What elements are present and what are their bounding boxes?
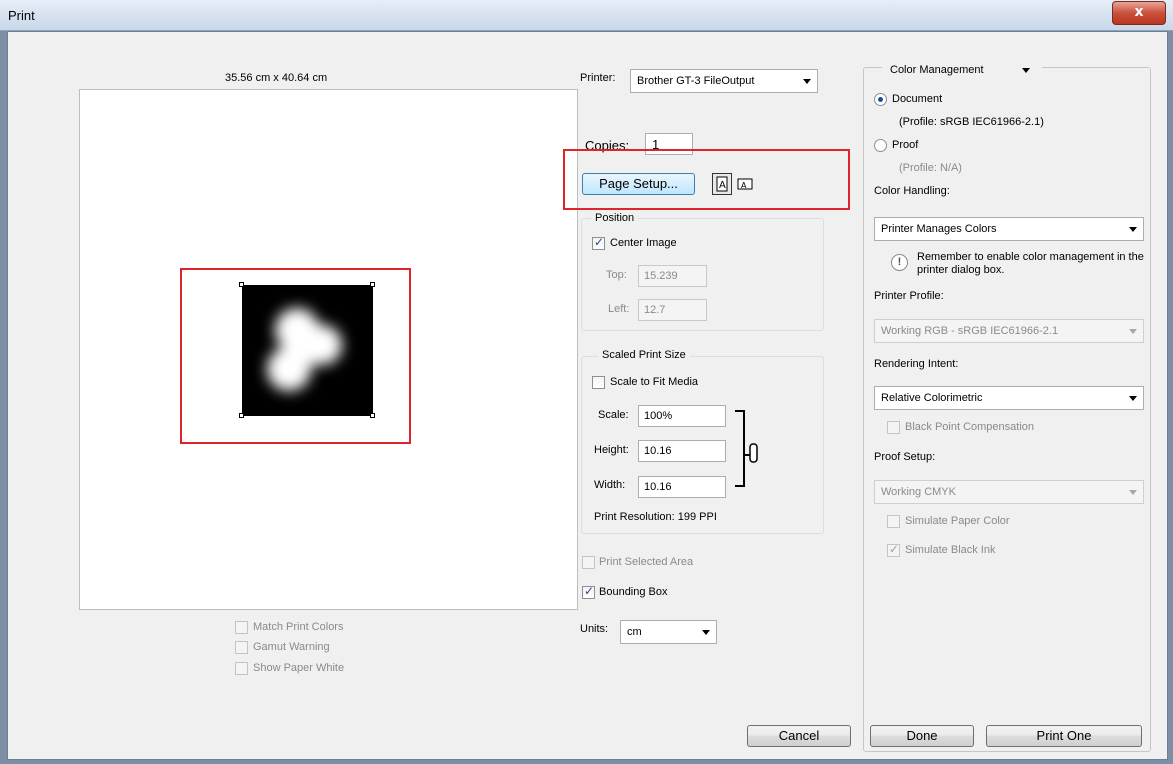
printer-profile-select[interactable]: Working RGB - sRGB IEC61966-2.1 <box>874 319 1144 343</box>
scale-to-fit-checkbox[interactable] <box>592 376 605 389</box>
scale-label: Scale: <box>598 409 629 421</box>
proof-setup-select[interactable]: Working CMYK <box>874 480 1144 504</box>
title-bar: Print x <box>0 0 1173 31</box>
proof-radio[interactable] <box>874 139 887 152</box>
print-one-button[interactable]: Print One <box>986 725 1142 747</box>
simulate-black-ink-label: Simulate Black Ink <box>905 544 996 556</box>
printer-value: Brother GT-3 FileOutput <box>637 75 755 87</box>
close-button[interactable]: x <box>1112 1 1166 25</box>
done-button[interactable]: Done <box>870 725 974 747</box>
units-value: cm <box>627 626 642 638</box>
match-print-colors-checkbox[interactable] <box>235 621 248 634</box>
close-icon: x <box>1134 4 1144 20</box>
info-icon: ! <box>891 254 908 271</box>
printer-label: Printer: <box>580 72 616 84</box>
width-input[interactable]: 10.16 <box>638 476 726 498</box>
show-paper-white-label: Show Paper White <box>253 662 345 674</box>
center-image-checkbox[interactable]: ✓ <box>592 235 605 250</box>
simulate-black-ink-checkbox[interactable]: ✓ <box>887 542 900 557</box>
print-resolution: Print Resolution: 199 PPI <box>594 511 717 523</box>
chevron-down-icon <box>1129 227 1137 232</box>
color-handling-label: Color Handling: <box>874 185 950 197</box>
check-icon: ✓ <box>889 542 900 556</box>
simulate-paper-color-label: Simulate Paper Color <box>905 515 1010 527</box>
simulate-paper-color-checkbox[interactable] <box>887 515 900 528</box>
color-handling-select[interactable]: Printer Manages Colors <box>874 217 1144 241</box>
check-icon: ✓ <box>594 235 605 249</box>
color-management-notice: Remember to enable color management in t… <box>917 251 1144 276</box>
gamut-warning-label: Gamut Warning <box>253 641 330 653</box>
rendering-intent-value: Relative Colorimetric <box>881 392 983 404</box>
proof-setup-label: Proof Setup: <box>874 451 936 463</box>
color-handling-value: Printer Manages Colors <box>881 223 997 235</box>
top-input[interactable]: 15.239 <box>638 265 707 287</box>
document-radio[interactable] <box>874 93 887 106</box>
position-title: Position <box>591 212 639 224</box>
document-profile: (Profile: sRGB IEC61966-2.1) <box>899 116 1044 128</box>
height-label: Height: <box>594 444 629 456</box>
chevron-down-icon <box>1022 68 1030 73</box>
proof-setup-value: Working CMYK <box>881 486 956 498</box>
chevron-down-icon <box>803 79 811 84</box>
scale-to-fit-label: Scale to Fit Media <box>610 376 699 388</box>
proof-profile: (Profile: N/A) <box>899 162 962 174</box>
rendering-intent-select[interactable]: Relative Colorimetric <box>874 386 1144 410</box>
proof-label: Proof <box>892 139 919 151</box>
center-image-label: Center Image <box>610 237 677 249</box>
window-title: Print <box>8 8 35 23</box>
printer-select[interactable]: Brother GT-3 FileOutput <box>630 69 818 93</box>
chevron-down-icon <box>702 630 710 635</box>
top-label: Top: <box>606 269 627 281</box>
paper-size-label: 35.56 cm x 40.64 cm <box>225 72 328 84</box>
rendering-intent-label: Rendering Intent: <box>874 358 959 370</box>
width-label: Width: <box>594 479 626 491</box>
scale-input[interactable]: 100% <box>638 405 726 427</box>
color-management-value: Color Management <box>890 64 984 76</box>
show-paper-white-checkbox[interactable] <box>235 662 248 675</box>
black-point-compensation-label: Black Point Compensation <box>905 421 1035 433</box>
cancel-button[interactable]: Cancel <box>747 725 851 747</box>
chevron-down-icon <box>1129 329 1137 334</box>
bounding-box-checkbox[interactable]: ✓ <box>582 584 595 599</box>
color-management-select[interactable]: Color Management <box>882 59 1042 83</box>
chevron-down-icon <box>1129 490 1137 495</box>
height-input[interactable]: 10.16 <box>638 440 726 462</box>
bounding-box-label: Bounding Box <box>599 586 668 598</box>
chain-link-icon[interactable] <box>734 410 764 490</box>
printer-profile-label: Printer Profile: <box>874 290 944 302</box>
chevron-down-icon <box>1129 396 1137 401</box>
black-point-compensation-checkbox[interactable] <box>887 421 900 434</box>
printer-profile-value: Working RGB - sRGB IEC61966-2.1 <box>881 325 1059 337</box>
document-label: Document <box>892 93 943 105</box>
dialog-body: 35.56 cm x 40.64 cm Match Print Colors G… <box>7 31 1168 760</box>
print-selected-area-label: Print Selected Area <box>599 556 694 568</box>
match-print-colors-label: Match Print Colors <box>253 621 344 633</box>
left-input[interactable]: 12.7 <box>638 299 707 321</box>
units-label: Units: <box>580 623 609 635</box>
left-label: Left: <box>608 303 630 315</box>
scaled-print-size-title: Scaled Print Size <box>598 349 690 361</box>
units-select[interactable]: cm <box>620 620 717 644</box>
print-selected-area-checkbox[interactable] <box>582 556 595 569</box>
image-highlight-box <box>180 268 411 444</box>
page-setup-highlight-box <box>563 149 850 210</box>
check-icon: ✓ <box>584 584 595 598</box>
gamut-warning-checkbox[interactable] <box>235 641 248 654</box>
